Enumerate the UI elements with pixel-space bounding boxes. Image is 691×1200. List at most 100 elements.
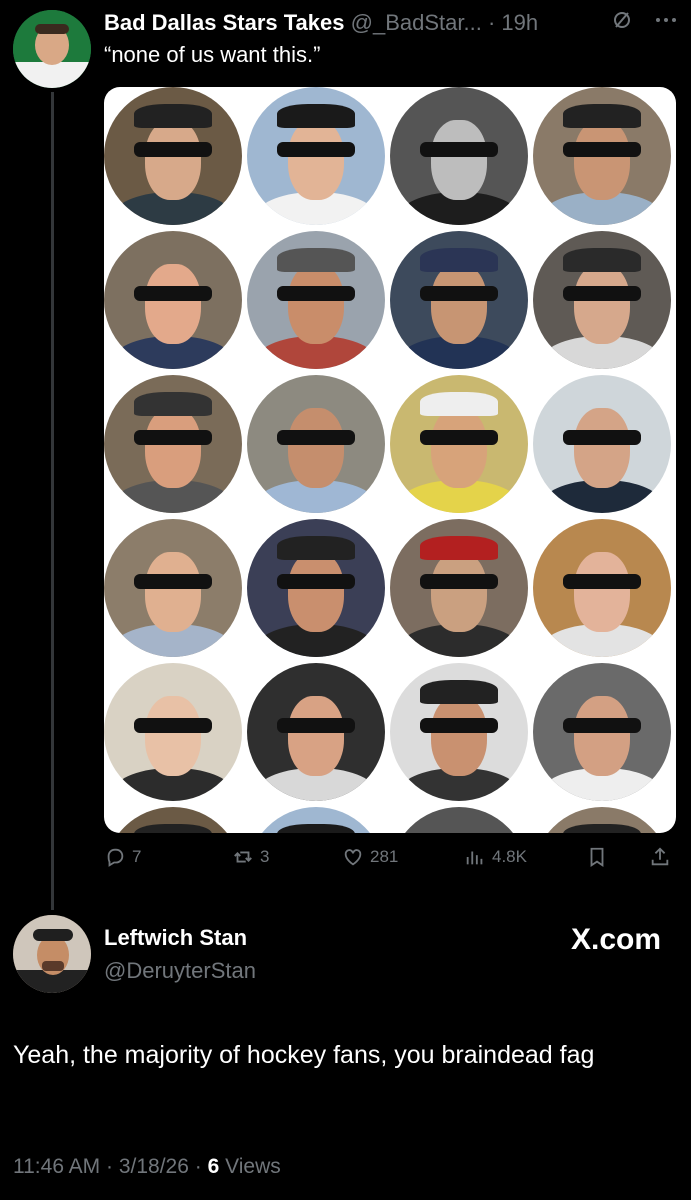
face-shape (145, 408, 201, 489)
reply-date[interactable]: 3/18/26 (119, 1155, 189, 1178)
profile-photo-circle (533, 375, 671, 513)
profile-photo-circle (390, 663, 528, 801)
reply-author-name[interactable]: Leftwich Stan (104, 925, 247, 951)
sunglasses-shape (134, 286, 212, 302)
like-count: 281 (370, 847, 399, 866)
reply-views-label: Views (225, 1155, 281, 1178)
cap-shape (134, 823, 212, 833)
separator: · (487, 10, 496, 35)
reply-meta: 11:46 AM · 3/18/26 · 6 Views (13, 1155, 281, 1178)
bookmark-action[interactable] (586, 846, 608, 868)
sunglasses-shape (134, 718, 212, 734)
profile-photo-circle (390, 231, 528, 369)
cap-shape (277, 535, 355, 561)
sunglasses-shape (277, 142, 355, 158)
sunglasses-shape (277, 286, 355, 302)
profile-photo-circle (247, 375, 385, 513)
face-shape (431, 120, 487, 201)
face-shape (431, 696, 487, 777)
cap-shape (420, 391, 498, 417)
reply-views-count: 6 (207, 1155, 220, 1178)
like-action[interactable]: 281 (342, 846, 398, 868)
cap-shape (420, 535, 498, 561)
cap-shape (277, 247, 355, 273)
reply-avatar[interactable] (13, 915, 91, 993)
face-shape (288, 696, 344, 777)
cap-shape (420, 679, 498, 705)
author-handle[interactable]: @_BadStar... (351, 10, 482, 35)
views-action[interactable]: 4.8K (464, 846, 527, 868)
face-shape (431, 408, 487, 489)
face-shape (574, 264, 630, 345)
reply-action[interactable]: 7 (104, 846, 141, 868)
profile-photo-circle (247, 87, 385, 225)
share-icon (651, 847, 669, 866)
avatar-photo (13, 915, 91, 993)
sunglasses-shape (563, 574, 641, 590)
face-shape (288, 264, 344, 345)
sunglasses-shape (134, 430, 212, 446)
avatar[interactable] (13, 10, 91, 88)
cap-shape (563, 823, 641, 833)
profile-photo-circle (247, 807, 385, 833)
profile-photo-circle (533, 807, 671, 833)
sunglasses-shape (277, 430, 355, 446)
sunglasses-shape (134, 142, 212, 158)
reply-time[interactable]: 11:46 AM (13, 1155, 100, 1178)
sunglasses-shape (420, 574, 498, 590)
profile-photo-circle (104, 375, 242, 513)
cap-shape (563, 247, 641, 273)
retweet-action[interactable]: 3 (232, 846, 269, 868)
cap-shape (277, 103, 355, 129)
reply-author-handle[interactable]: @DeruyterStan (104, 958, 256, 984)
profile-photo-circle (247, 231, 385, 369)
tweet-text: “none of us want this.” (104, 42, 321, 67)
sunglasses-shape (563, 142, 641, 158)
face-shape (574, 408, 630, 489)
face-shape (574, 120, 630, 201)
tweet-header: Bad Dallas Stars Takes @_BadStar... · 19… (104, 10, 684, 40)
cap-shape (563, 103, 641, 129)
profile-photo-circle (533, 663, 671, 801)
profile-photo-circle (533, 519, 671, 657)
profile-photo-circle (247, 663, 385, 801)
sunglasses-shape (563, 430, 641, 446)
profile-photo-circle (247, 519, 385, 657)
profile-photo-circle (104, 807, 242, 833)
cap-shape (134, 103, 212, 129)
sunglasses-shape (563, 718, 641, 734)
face-shape (288, 408, 344, 489)
sunglasses-shape (420, 142, 498, 158)
sunglasses-shape (277, 574, 355, 590)
grok-icon[interactable] (612, 10, 632, 36)
bookmark-icon (590, 847, 604, 867)
profile-photo-circle (533, 231, 671, 369)
face-shape (431, 552, 487, 633)
retweet-count: 3 (260, 847, 270, 866)
profile-photo-circle (104, 87, 242, 225)
sunglasses-shape (563, 286, 641, 302)
cap-shape (277, 823, 355, 833)
timestamp[interactable]: 19h (501, 10, 538, 35)
face-shape (145, 696, 201, 777)
avatar-photo (13, 10, 91, 88)
tweet-actions: 7 3 281 4.8K (104, 846, 676, 876)
profile-photo-circle (104, 519, 242, 657)
sunglasses-shape (420, 430, 498, 446)
author-name[interactable]: Bad Dallas Stars Takes (104, 10, 345, 35)
profile-photo-circle (104, 663, 242, 801)
reply-count: 7 (132, 847, 142, 866)
face-shape (145, 552, 201, 633)
tweet-media-image[interactable] (104, 87, 676, 833)
retweet-icon (234, 851, 252, 863)
reply-icon (107, 848, 124, 867)
face-shape (145, 264, 201, 345)
cap-shape (420, 247, 498, 273)
face-shape (574, 696, 630, 777)
views-icon (466, 851, 483, 865)
face-shape (431, 264, 487, 345)
face-shape (574, 552, 630, 633)
x-com-watermark: X.com (570, 923, 661, 956)
share-action[interactable] (649, 846, 671, 868)
more-options-icon[interactable] (654, 10, 678, 36)
